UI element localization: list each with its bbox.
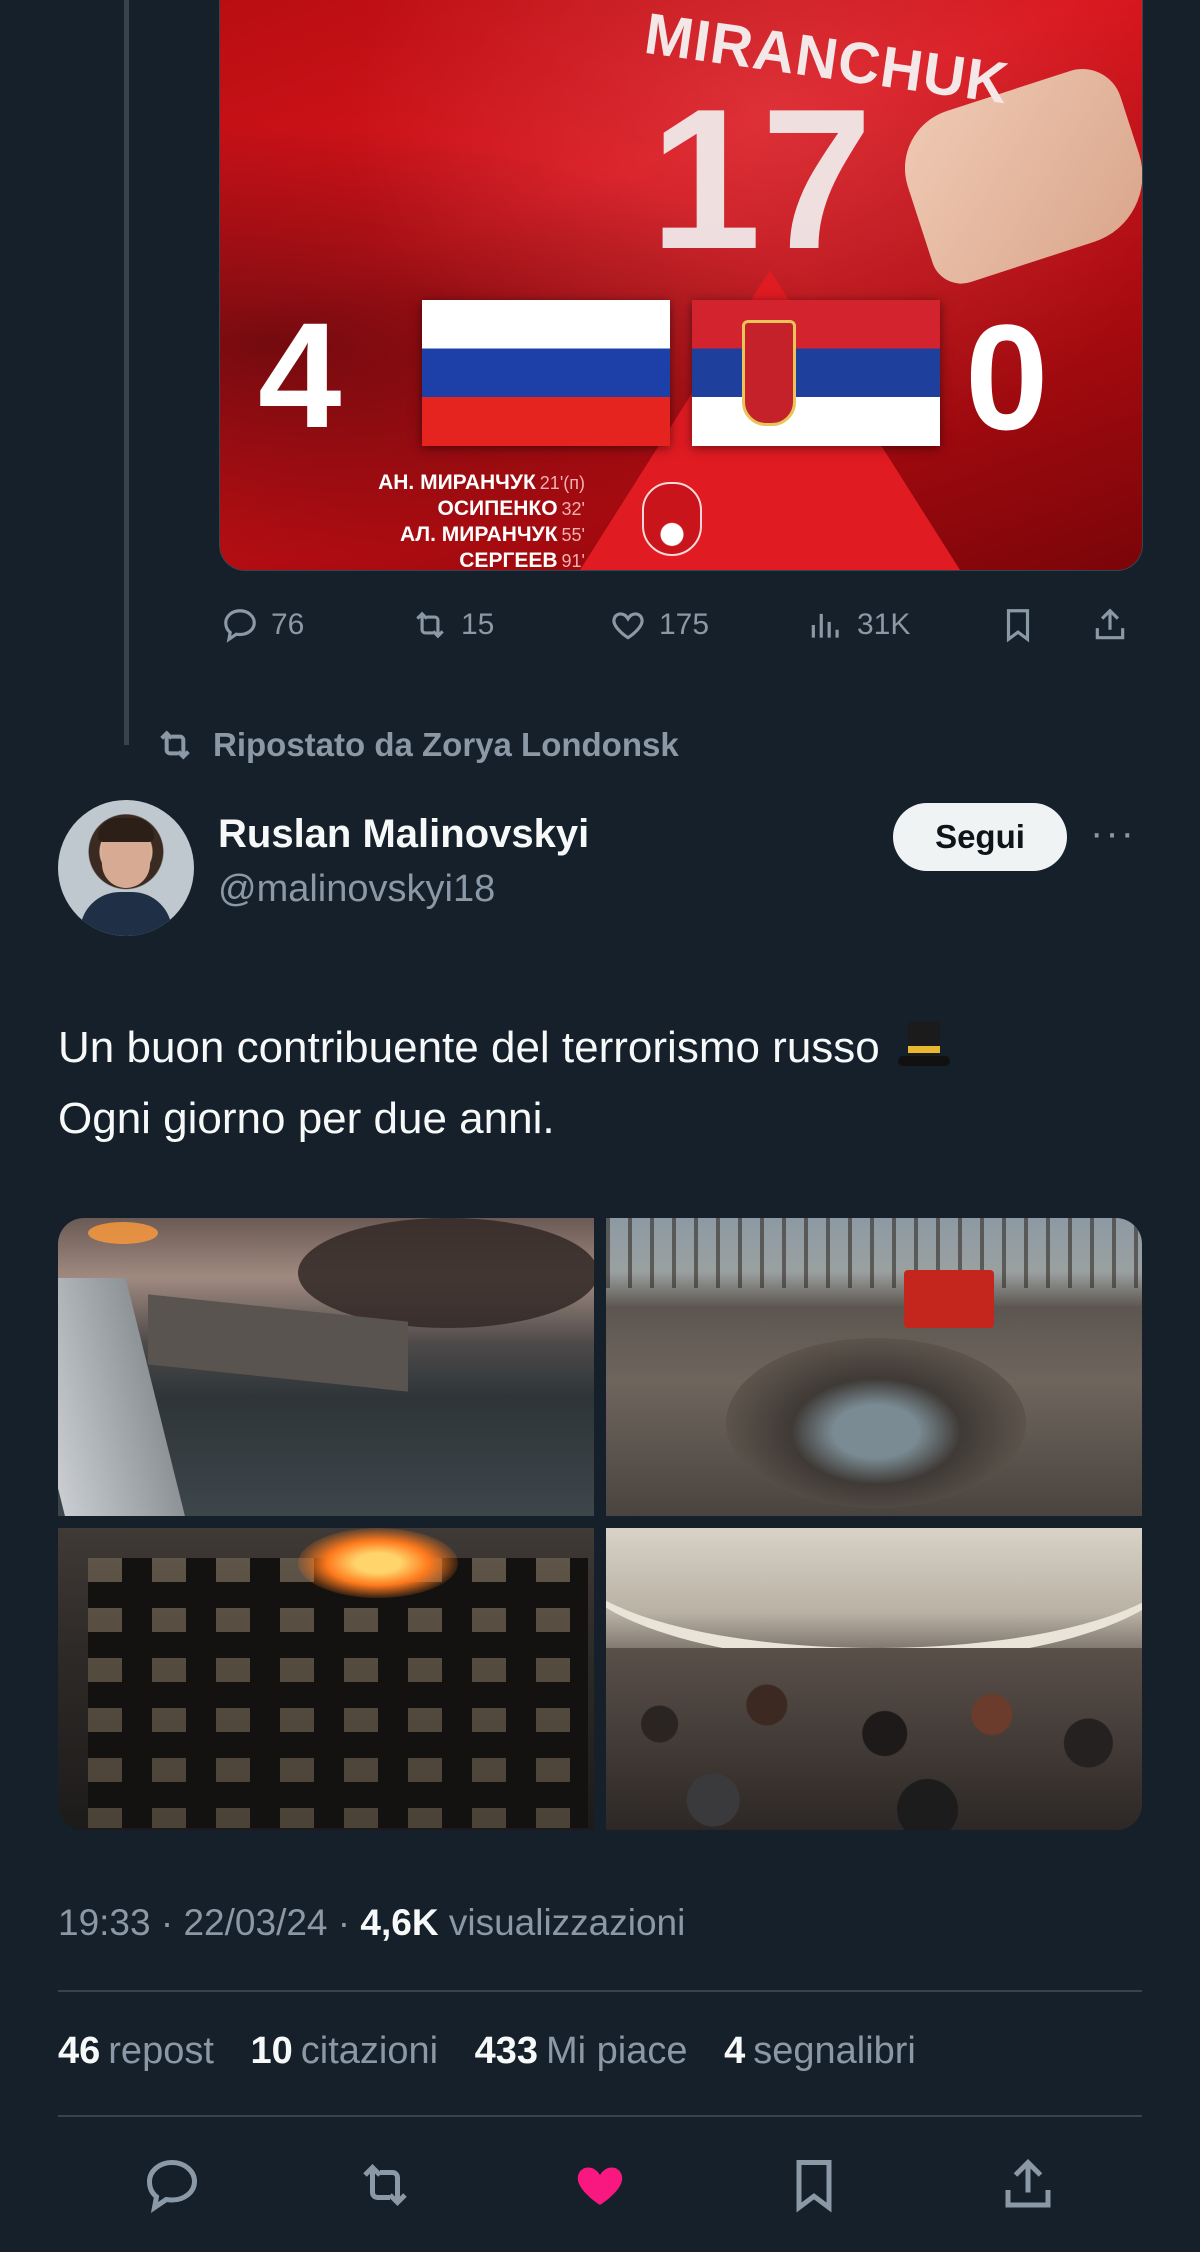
share-icon	[1005, 2158, 1051, 2208]
fire-truck-shape	[904, 1270, 994, 1328]
views-total: 4,6K	[360, 1902, 439, 1943]
avatar-body	[80, 892, 172, 936]
photo-dam-smoke[interactable]	[58, 1218, 594, 1516]
serbia-flag	[692, 300, 940, 446]
scorer-line: ОСИПЕНКО 32'	[437, 497, 585, 520]
smoke-shape	[298, 1218, 594, 1328]
reply-button[interactable]	[142, 2155, 202, 2215]
more-options-icon[interactable]: ···	[1090, 813, 1136, 853]
tweet-line-1: Un buon contribuente del terrorismo russ…	[58, 1023, 880, 1072]
share-icon	[1095, 608, 1125, 640]
engagement-counts: 46 repost 10 citazioni 433 Mi piace 4 segnal…	[58, 2030, 942, 2073]
home-score: 4	[258, 291, 342, 459]
scorer-line: АЛ. МИРАНЧУК 55'	[399, 523, 585, 546]
scorer-line: СЕРГЕЕВ 91'	[459, 549, 585, 571]
like-count: 175	[659, 608, 710, 641]
views-label: visualizzazioni	[448, 1902, 686, 1943]
photo-crater[interactable]	[606, 1218, 1142, 1516]
repost-count: 15	[461, 608, 495, 641]
bookmark-stat-button[interactable]	[999, 606, 1049, 644]
tweet-line-2: Ogni giorno per due anni.	[58, 1094, 555, 1143]
serbia-coat-of-arms	[742, 320, 796, 426]
crater-shape	[726, 1338, 1026, 1508]
follow-button[interactable]: Segui	[893, 803, 1067, 871]
repost-stat-button[interactable]: 15	[411, 606, 494, 644]
tweet-text: Un buon contribuente del terrorismo russ…	[58, 1012, 1138, 1154]
like-stat-button[interactable]: 175	[609, 606, 709, 644]
top-hat-icon	[898, 1022, 950, 1068]
bookmark-icon	[1006, 609, 1030, 643]
tweet-meta: 19:33 · 22/03/24 · 4,6K visualizzazioni	[58, 1902, 685, 1944]
like-button[interactable]	[570, 2155, 630, 2215]
quotes-count-link[interactable]: 10 citazioni	[250, 2030, 464, 2072]
russia-flag	[422, 300, 670, 446]
bookmark-icon	[796, 2160, 832, 2213]
heart-icon	[577, 2167, 623, 2205]
jersey-number: 17	[650, 68, 873, 291]
share-button[interactable]	[998, 2155, 1058, 2215]
tweet-photo-grid	[58, 1218, 1142, 1830]
repost-icon	[363, 2163, 407, 2207]
tweet-date[interactable]: 22/03/24	[183, 1902, 327, 1943]
author-name[interactable]: Ruslan Malinovskyi	[218, 812, 589, 857]
thread-connector-line	[124, 0, 129, 745]
blaze-shape	[298, 1528, 458, 1598]
views-icon	[811, 613, 839, 638]
bookmark-button[interactable]	[784, 2155, 844, 2215]
away-score: 0	[965, 293, 1049, 461]
author-handle[interactable]: @malinovskyi18	[218, 868, 495, 911]
share-stat-button[interactable]	[1091, 606, 1141, 644]
views-count: 31K	[857, 608, 911, 641]
previous-tweet-image[interactable]: MIRANCHUK 17 4 0 АН. МИРАНЧУК 21'(п) ОСИП…	[219, 0, 1143, 571]
bookmarks-count-link[interactable]: 4 segnalibri	[724, 2030, 942, 2072]
fire-shape	[88, 1222, 158, 1244]
reply-icon	[146, 2159, 198, 2213]
heart-icon	[612, 612, 644, 640]
crowd-shape	[606, 1648, 1142, 1830]
reply-icon	[224, 609, 256, 643]
repost-icon	[416, 611, 444, 639]
windows-shape	[88, 1558, 588, 1828]
repost-label-text: Ripostato da Zorya Londonsk	[213, 726, 679, 763]
avatar[interactable]	[58, 800, 194, 936]
reply-count: 76	[271, 608, 305, 641]
repost-button[interactable]	[355, 2155, 415, 2215]
scorer-line: АН. МИРАНЧУК 21'(п)	[378, 471, 585, 494]
reposts-count-link[interactable]: 46 repost	[58, 2030, 240, 2072]
photo-burning-building[interactable]	[58, 1528, 594, 1830]
photo-metro-shelter[interactable]	[606, 1528, 1142, 1830]
federation-emblem	[642, 482, 702, 556]
previous-tweet-stats: 76 15 175 31K	[219, 600, 1141, 650]
scorers-list: АН. МИРАНЧУК 21'(п) ОСИПЕНКО 32' АЛ. МИРАН…	[275, 470, 585, 571]
meta-separator: ·	[337, 1902, 351, 1943]
arch-shape	[606, 1528, 1142, 1662]
views-stat-button[interactable]: 31K	[807, 606, 910, 644]
reply-stat-button[interactable]: 76	[221, 606, 304, 644]
repost-icon	[160, 730, 190, 760]
divider	[58, 1990, 1142, 1992]
trees-shape	[606, 1218, 1142, 1288]
repost-attribution[interactable]: Ripostato da Zorya Londonsk	[155, 725, 679, 765]
meta-separator: ·	[160, 1902, 174, 1943]
likes-count-link[interactable]: 433 Mi piace	[475, 2030, 714, 2072]
divider	[58, 2115, 1142, 2117]
avatar-hair	[98, 818, 154, 842]
tweet-time[interactable]: 19:33	[58, 1902, 151, 1943]
